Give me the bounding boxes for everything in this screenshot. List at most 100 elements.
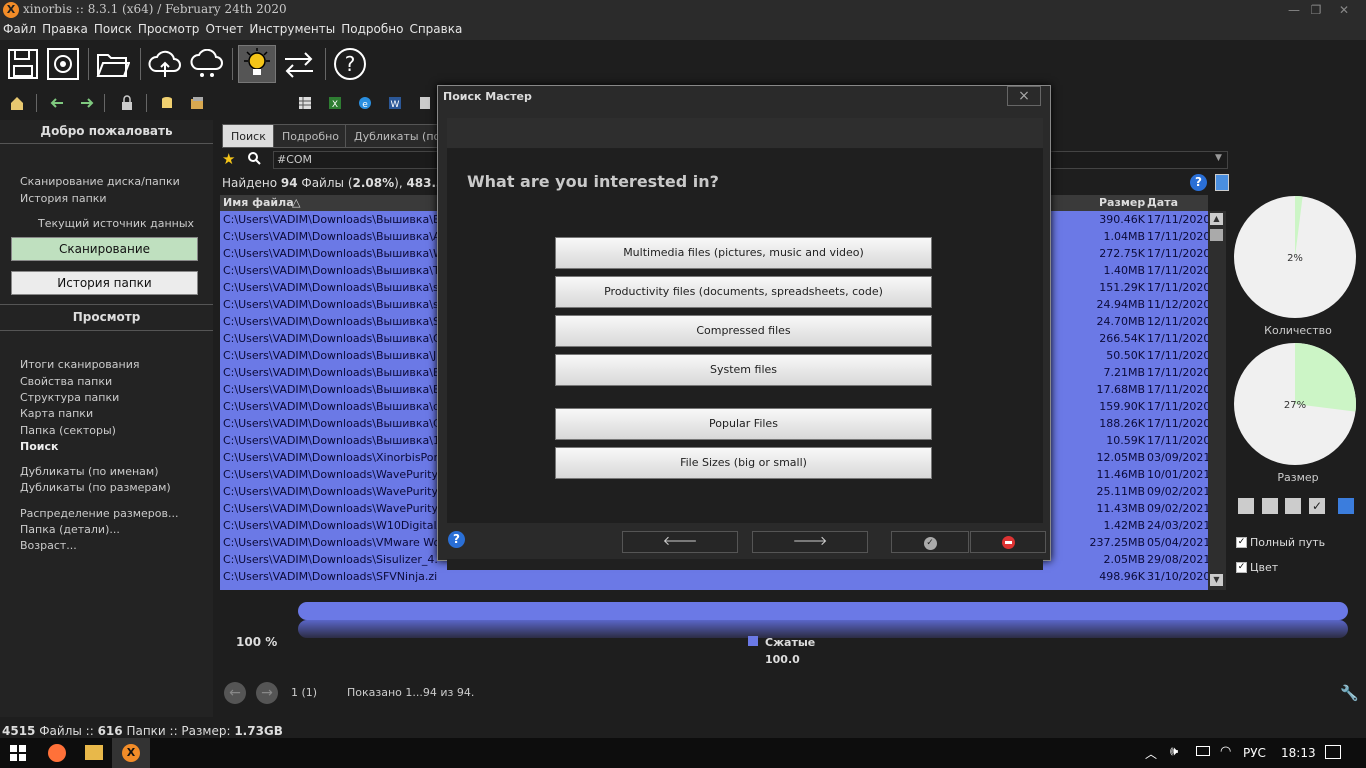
firefox-icon[interactable]: [48, 744, 66, 762]
close-icon[interactable]: ✕: [1334, 2, 1354, 18]
battery-icon[interactable]: [1196, 746, 1210, 756]
menu-item[interactable]: Поиск: [91, 20, 135, 36]
open-folder-icon[interactable]: [94, 45, 132, 83]
table-scrollbar[interactable]: ▲ ▼: [1208, 211, 1226, 590]
help-circle-icon[interactable]: ?: [1190, 174, 1207, 191]
home-icon[interactable]: [8, 94, 26, 112]
chevron-down-icon[interactable]: ▼: [1215, 153, 1222, 163]
settings-gear-icon[interactable]: [44, 45, 82, 83]
scroll-up-icon[interactable]: ▲: [1210, 213, 1223, 225]
compressed-files-button[interactable]: Compressed files: [555, 315, 932, 347]
lock-icon[interactable]: [118, 94, 136, 112]
check-icon[interactable]: ✓: [1309, 498, 1325, 514]
windows-start-icon[interactable]: [10, 745, 26, 764]
full-path-checkbox[interactable]: ✓: [1236, 537, 1247, 548]
menu-item[interactable]: Правка: [39, 20, 91, 36]
prev-page-icon[interactable]: ←: [224, 682, 246, 704]
cloud-network-icon[interactable]: [188, 45, 226, 83]
notifications-icon[interactable]: [1325, 745, 1341, 759]
document-icon[interactable]: [416, 94, 434, 112]
database-icon[interactable]: [158, 94, 176, 112]
sidebar-item-folder-props[interactable]: Свойства папки: [20, 375, 112, 388]
file-path-cell: C:\Users\VADIM\Downloads\Вышивка\WF02: [223, 247, 437, 260]
sidebar-item-dup-sizes[interactable]: Дубликаты (по размерам): [20, 481, 171, 494]
help-icon[interactable]: ?: [331, 45, 369, 83]
excel-icon[interactable]: X: [326, 94, 344, 112]
lightbulb-icon[interactable]: [238, 45, 276, 83]
sidebar-item-folder-map[interactable]: Карта папки: [20, 407, 93, 420]
table-row[interactable]: C:\Users\VADIM\Downloads\SFVNinja.zip 498…: [220, 568, 1208, 585]
popular-files-button[interactable]: Popular Files: [555, 408, 932, 440]
file-sizes-button[interactable]: File Sizes (big or small): [555, 447, 932, 479]
menu-item[interactable]: Инструменты: [246, 20, 338, 36]
folder-stack-icon[interactable]: [188, 94, 206, 112]
table-icon[interactable]: [296, 94, 314, 112]
swap-arrows-icon[interactable]: [280, 45, 318, 83]
dialog-content: What are you interested in? Multimedia f…: [447, 118, 1046, 570]
scan-disk-link[interactable]: Сканирование диска/папки: [20, 175, 180, 188]
productivity-files-button[interactable]: Productivity files (documents, spreadshe…: [555, 276, 932, 308]
sidebar-item-size-distribution[interactable]: Распределение размеров...: [20, 507, 178, 520]
col-date-header[interactable]: Дата: [1147, 196, 1178, 209]
col-filename-header[interactable]: Имя файла: [223, 196, 294, 209]
next-page-icon[interactable]: →: [256, 682, 278, 704]
scroll-thumb[interactable]: [1210, 229, 1223, 241]
wifi-icon[interactable]: ◠: [1220, 744, 1231, 759]
word-icon[interactable]: W: [386, 94, 404, 112]
grid-view-icon[interactable]: [1238, 498, 1254, 514]
cancel-button[interactable]: [970, 531, 1046, 553]
sidebar-item-dup-names[interactable]: Дубликаты (по именам): [20, 465, 159, 478]
language-indicator[interactable]: РУС: [1243, 746, 1266, 760]
minimize-icon[interactable]: —: [1284, 2, 1304, 18]
restore-icon[interactable]: ❐: [1306, 2, 1326, 18]
list-view-icon[interactable]: [1262, 498, 1278, 514]
search-icon[interactable]: [247, 151, 261, 168]
file-path-cell: C:\Users\VADIM\Downloads\Вышивка\snail.z: [223, 281, 437, 294]
sidebar-item-folder-sectors[interactable]: Папка (секторы): [20, 424, 116, 437]
secondary-toolbar: X e W: [0, 92, 440, 114]
back-arrow-icon[interactable]: [48, 94, 66, 112]
xinorbis-taskbar-item[interactable]: X: [112, 738, 150, 768]
help-circle-icon[interactable]: ?: [448, 531, 465, 548]
forward-arrow-icon[interactable]: [78, 94, 96, 112]
file-explorer-icon[interactable]: [85, 745, 103, 760]
back-button[interactable]: 🡐: [622, 531, 738, 553]
volume-icon[interactable]: 🕪: [1170, 744, 1178, 759]
clock[interactable]: 18:13: [1281, 746, 1316, 760]
checkmark-icon: ✓: [923, 537, 937, 550]
user-icon[interactable]: [1285, 498, 1301, 514]
col-size-header[interactable]: Размер: [1099, 196, 1145, 209]
scan-button[interactable]: Сканирование: [11, 237, 198, 261]
tab-details[interactable]: Подробно: [273, 124, 349, 148]
tray-chevron-icon[interactable]: ︿: [1145, 745, 1157, 762]
tab-search[interactable]: Поиск: [222, 124, 275, 148]
menu-item[interactable]: Справка: [406, 20, 465, 36]
color-checkbox[interactable]: ✓: [1236, 562, 1247, 573]
save-icon[interactable]: [4, 45, 42, 83]
ie-icon[interactable]: e: [356, 94, 374, 112]
sidebar-item-folder-structure[interactable]: Структура папки: [20, 391, 119, 404]
close-icon[interactable]: ×: [1007, 86, 1041, 106]
menu-item[interactable]: Файл: [0, 20, 39, 36]
sidebar-item-age[interactable]: Возраст...: [20, 539, 77, 552]
system-files-button[interactable]: System files: [555, 354, 932, 386]
multimedia-files-button[interactable]: Multimedia files (pictures, music and vi…: [555, 237, 932, 269]
sidebar-item-folder-details[interactable]: Папка (детали)...: [20, 523, 120, 536]
favorite-star-icon[interactable]: ★: [222, 150, 235, 168]
wrench-icon[interactable]: 🔧: [1340, 684, 1359, 702]
cloud-upload-icon[interactable]: [146, 45, 184, 83]
menu-item[interactable]: Отчет: [202, 20, 246, 36]
sidebar-item-scan-summary[interactable]: Итоги сканирования: [20, 358, 139, 371]
menu-item[interactable]: Подробно: [338, 20, 406, 36]
file-date-cell: 17/11/2020: [1147, 332, 1208, 345]
sidebar-item-search[interactable]: Поиск: [20, 440, 58, 453]
scroll-down-icon[interactable]: ▼: [1210, 574, 1223, 586]
folder-history-button[interactable]: История папки: [11, 271, 198, 295]
save-small-icon[interactable]: [1338, 498, 1354, 514]
next-button[interactable]: 🡒: [752, 531, 868, 553]
calculator-icon[interactable]: [1215, 174, 1229, 191]
folder-history-link[interactable]: История папки: [20, 192, 107, 205]
wizard-question: What are you interested in?: [467, 172, 719, 191]
menu-item[interactable]: Просмотр: [135, 20, 203, 36]
ok-button[interactable]: ✓: [891, 531, 969, 553]
